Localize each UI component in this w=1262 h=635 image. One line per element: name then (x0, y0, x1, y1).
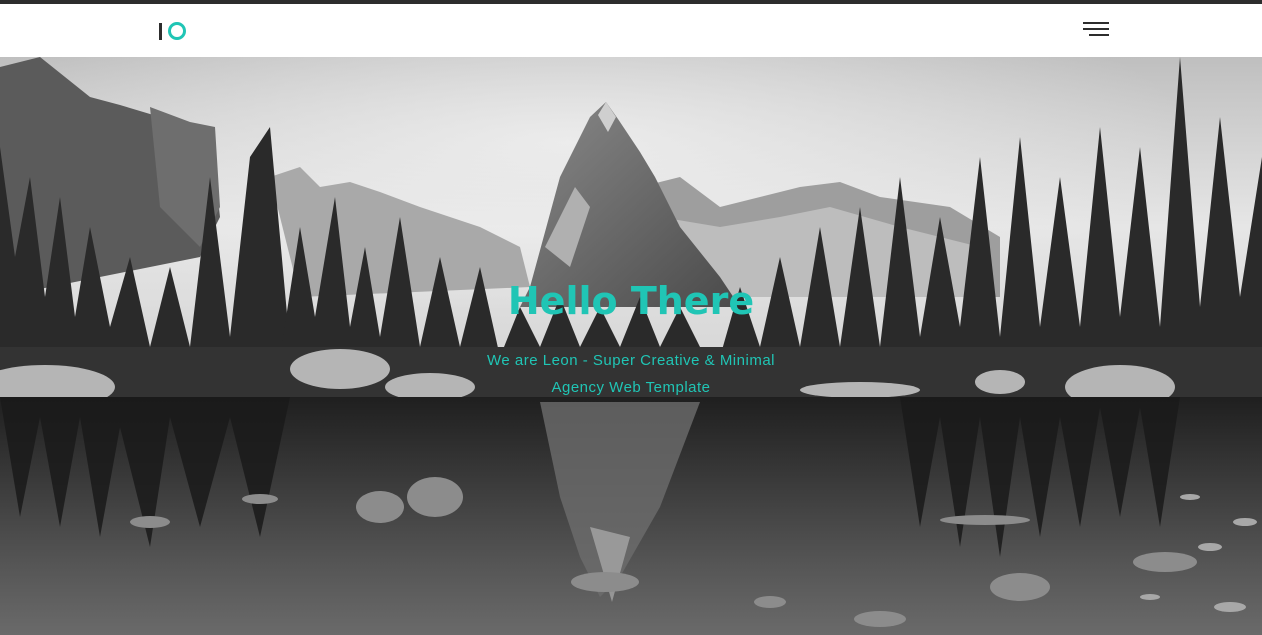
hero-background-landscape (0, 57, 1262, 635)
hero-title: Hello There (507, 279, 755, 323)
menu-line (1083, 22, 1109, 24)
io-logo-icon[interactable] (159, 18, 186, 44)
menu-line (1083, 28, 1109, 30)
hamburger-menu-icon[interactable] (1081, 18, 1109, 40)
hero-subtitle: We are Leon - Super Creative & Minimal A… (486, 352, 775, 396)
logo-bar (159, 22, 162, 40)
navbar (0, 4, 1262, 57)
logo-ring (168, 22, 186, 40)
hero-section: Hello There We are Leon - Super Creative… (0, 57, 1262, 635)
menu-line (1089, 34, 1109, 36)
